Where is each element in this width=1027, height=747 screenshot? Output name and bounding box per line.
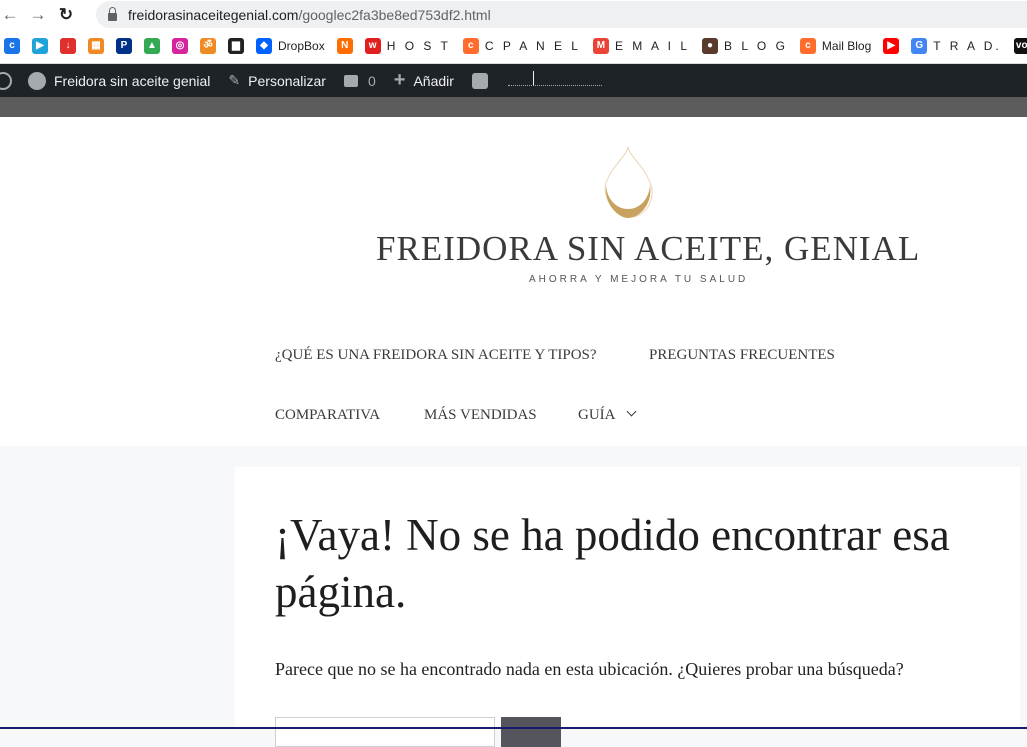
admin-customize-label: Personalizar [248,72,326,89]
bookmark-label: E M A I L [614,39,690,53]
bookmark-icon: ↓ [60,38,76,54]
url-text[interactable]: freidorasinaceitegenial.com/googlec2fa3b… [128,7,491,23]
plus-icon: + [393,69,406,91]
bookmark-label: Mail Blog [821,39,872,53]
bookmark-item[interactable]: ◆ DropBox [256,38,325,54]
bookmark-icon: ▶ [32,38,48,54]
bookmark-icon: ▲ [144,38,160,54]
dashboard-icon [28,71,46,90]
bookmark-item[interactable]: ↓ [60,38,76,54]
bookmark-icon: ▦ [88,38,104,54]
admin-add-new-label: Añadir [413,72,454,89]
bookmark-item[interactable]: N [336,38,353,54]
not-found-message: Parece que no se ha encontrado nada en e… [275,659,904,679]
menu-item-comparativa[interactable]: COMPARATIVA [275,407,380,424]
bookmark-icon: ◎ [172,38,188,54]
brush-icon: ✎ [228,72,241,88]
bookmark-item[interactable]: cC P A N E L [462,38,581,54]
header-strip [0,97,1027,117]
bookmark-icon: ● [702,38,718,54]
admin-site-name-label: Freidora sin aceite genial [54,72,211,89]
bookmark-item[interactable]: ▆ [228,38,244,54]
site-logo-icon[interactable] [601,145,655,219]
bookmark-icon: c [4,38,20,54]
main-content: ¡Vaya! No se ha podido encontrar esa pág… [235,467,1020,747]
bookmark-item[interactable]: ● B L O G [702,38,788,54]
bookmarks-bar: c ▶ ↓ ▦ P ▲ ◎ ॐ ▆ ◆ DropBox Nw H O S T c C P A N E L ME… [0,29,1027,64]
bookmark-item[interactable]: ॐ [200,38,216,54]
menu-item-guia[interactable]: GUÍA [578,406,636,424]
search-button[interactable] [501,717,561,747]
admin-comments[interactable]: 0 [343,72,376,89]
bookmark-icon: G [911,38,928,54]
lock-icon [108,6,117,21]
bookmark-icon: P [116,38,132,54]
admin-customize[interactable]: ✎ Personalizar [228,72,326,89]
chevron-down-icon [626,406,636,417]
page-title: ¡Vaya! No se ha podido encontrar esa pág… [275,510,950,617]
bookmark-label: C P A N E L [484,39,581,53]
bookmark-icon: ▆ [228,38,244,54]
url-host: freidorasinaceitegenial.com [128,6,299,23]
comments-count: 0 [367,72,376,89]
site-header: FREIDORA SIN ACEITE, GENIAL AHORRA Y MEJ… [0,117,1027,446]
bookmark-item[interactable]: ▦ [88,38,104,54]
wordpress-logo-icon[interactable] [0,71,12,90]
bookmark-label: T R A D. [933,39,1002,53]
bookmark-icon: ▶ [883,38,900,54]
menu-item-preguntas[interactable]: PREGUNTAS FRECUENTES [649,347,835,364]
bookmark-icon: c [462,38,479,54]
bookmark-item[interactable]: ▲ [144,38,160,54]
yoast-icon[interactable] [471,72,488,89]
url-path: /googlec2fa3be8ed753df2.html [298,6,491,23]
bookmark-label: H O S T [386,39,451,53]
bookmark-icon: N [336,38,353,54]
bookmark-icon: vo [1013,38,1027,54]
address-bar[interactable]: freidorasinaceitegenial.com/googlec2fa3b… [96,1,1027,28]
bookmark-item[interactable]: wH O S T [364,38,451,54]
bookmark-icon: w [364,38,381,54]
bookmark-item[interactable]: c [4,38,20,54]
browser-toolbar: ← → ↻ freidorasinaceitegenial.com/google… [0,0,1027,29]
bookmark-item[interactable]: voP A [1013,38,1027,54]
site-title[interactable]: FREIDORA SIN ACEITE, GENIAL [376,229,920,269]
bookmark-item[interactable]: P [116,38,132,54]
comment-icon [343,74,358,87]
menu-item-mas-vendidas[interactable]: MÁS VENDIDAS [424,407,537,424]
bookmark-item[interactable]: ME M A I L [592,38,690,54]
admin-search-field[interactable] [507,71,602,86]
site-tagline: AHORRA Y MEJORA TU SALUD [529,274,749,285]
bookmark-icon: ॐ [200,38,216,54]
bookmark-label: B L O G [724,39,788,53]
admin-add-new[interactable]: + Añadir [394,69,454,92]
bookmark-item[interactable]: c Mail Blog [799,38,872,54]
bookmark-label: DropBox [278,39,325,53]
bookmark-icon: M [592,38,609,54]
search-input[interactable] [275,717,495,747]
reload-icon[interactable]: ↻ [50,5,82,25]
bookmark-item[interactable]: ▶ [883,38,900,54]
menu-item-guia-label: GUÍA [578,407,616,423]
bookmark-item[interactable]: G T R A D. [911,38,1001,54]
admin-site-name[interactable]: Freidora sin aceite genial [28,71,211,90]
wp-admin-bar: Freidora sin aceite genial ✎ Personaliza… [0,64,1027,97]
bookmark-item[interactable]: ◎ [172,38,188,54]
bookmark-item[interactable]: ▶ [32,38,48,54]
menu-item-que-es[interactable]: ¿QUÉ ES UNA FREIDORA SIN ACEITE Y TIPOS? [275,347,597,364]
bookmark-icon: c [799,38,816,54]
bookmark-icon: ◆ [256,38,272,54]
